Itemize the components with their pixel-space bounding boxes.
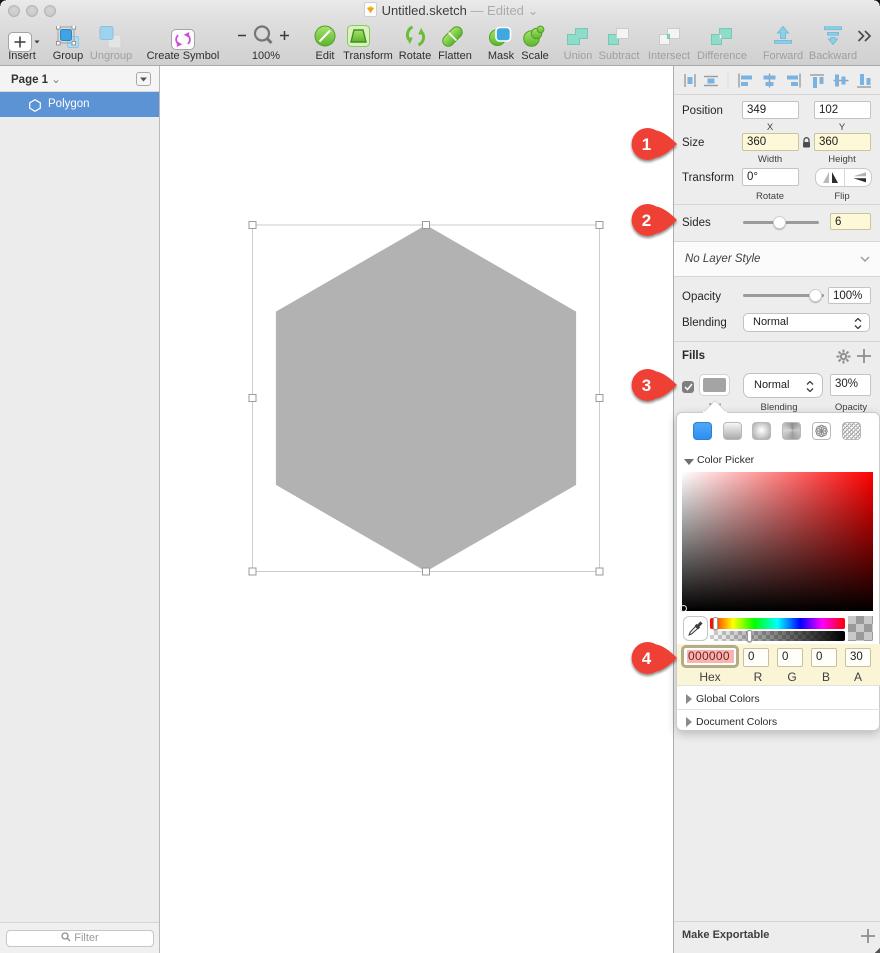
svg-text:2: 2: [642, 211, 651, 230]
svg-text:3: 3: [642, 376, 651, 395]
svg-text:1: 1: [642, 135, 651, 154]
svg-text:4: 4: [642, 649, 652, 668]
